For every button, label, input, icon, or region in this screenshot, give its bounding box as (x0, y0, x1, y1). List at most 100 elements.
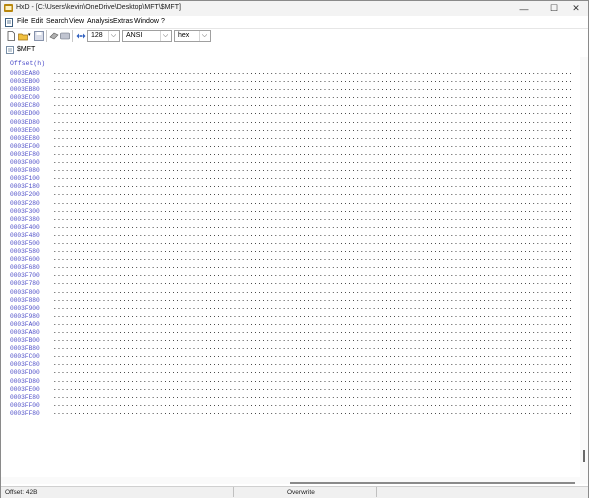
disk-icon[interactable] (60, 31, 70, 41)
row-bytes[interactable]: ........................................… (53, 394, 573, 402)
row-bytes[interactable]: ........................................… (53, 361, 573, 369)
row-bytes[interactable]: ........................................… (53, 94, 573, 102)
offset-column-header: Offset(h) (10, 60, 46, 67)
tab-mft[interactable]: $MFT (17, 46, 35, 53)
menu-view[interactable]: View (69, 18, 84, 25)
row-bytes[interactable]: ........................................… (53, 151, 573, 159)
row-bytes[interactable]: ........................................… (53, 70, 573, 78)
row-bytes[interactable]: ........................................… (53, 232, 573, 240)
row-bytes[interactable]: ........................................… (53, 264, 573, 272)
document-menu-icon[interactable] (5, 18, 13, 27)
row-offset: 0003EB00 (10, 78, 40, 86)
row-bytes[interactable]: ........................................… (53, 127, 573, 135)
row-bytes[interactable]: ........................................… (53, 135, 573, 143)
row-offset: 0003F680 (10, 264, 40, 272)
row-offset: 0003FA80 (10, 329, 40, 336)
row-bytes[interactable]: ........................................… (53, 280, 573, 288)
bytes-per-row-select[interactable]: 128 ⌵ (87, 30, 120, 42)
row-offset: 0003FB80 (10, 345, 40, 353)
toolbar-separator (46, 30, 47, 42)
save-icon[interactable] (34, 31, 44, 41)
row-bytes[interactable]: ........................................… (53, 183, 573, 191)
open-dropdown-icon[interactable]: ▾ (28, 32, 31, 38)
row-bytes[interactable]: ........................................… (53, 305, 573, 313)
row-bytes[interactable]: ........................................… (53, 78, 573, 86)
status-mode[interactable]: Overwrite (287, 489, 315, 496)
menu-help[interactable]: ? (161, 18, 165, 25)
row-bytes[interactable]: ........................................… (53, 86, 573, 94)
row-bytes[interactable]: ........................................… (53, 345, 573, 353)
row-bytes[interactable]: ........................................… (53, 208, 573, 216)
row-bytes[interactable]: ........................................… (53, 272, 573, 280)
row-bytes[interactable]: ........................................… (53, 378, 573, 386)
display-mode-select[interactable]: hex ⌵ (174, 30, 211, 42)
row-bytes[interactable]: ........................................… (53, 216, 573, 224)
vertical-scroll-thumb[interactable] (583, 450, 585, 462)
row-offset: 0003F800 (10, 288, 40, 296)
row-offset: 0003F400 (10, 223, 40, 231)
chevron-down-icon: ⌵ (108, 31, 118, 41)
row-offset: 0003F200 (10, 191, 40, 199)
minimize-button[interactable]: — (511, 1, 537, 16)
row-bytes[interactable]: ........................................… (53, 313, 573, 321)
row-offset: 0003EF00 (10, 142, 40, 150)
menu-file[interactable]: File (17, 18, 28, 25)
row-bytes[interactable]: ........................................… (53, 110, 573, 118)
row-bytes[interactable]: ........................................… (53, 329, 573, 337)
row-bytes[interactable]: ........................................… (53, 410, 573, 418)
row-offset: 0003F580 (10, 248, 40, 256)
row-offset: 0003F780 (10, 280, 40, 288)
eraser-icon[interactable] (49, 31, 59, 41)
menu-search[interactable]: Search (46, 18, 68, 25)
maximize-icon: ☐ (549, 3, 559, 13)
charset-select[interactable]: ANSI ⌵ (122, 30, 172, 42)
menu-edit[interactable]: Edit (31, 18, 43, 25)
row-bytes[interactable]: ........................................… (53, 191, 573, 199)
row-bytes[interactable]: ........................................… (53, 402, 573, 410)
row-bytes[interactable]: ........................................… (53, 248, 573, 256)
menu-analysis[interactable]: Analysis (87, 18, 113, 25)
bytes-per-row-value: 128 (91, 32, 103, 39)
toolbar-separator (72, 30, 73, 42)
row-bytes[interactable]: ........................................… (53, 297, 573, 305)
menu-extras[interactable]: Extras (113, 18, 133, 25)
display-mode-value: hex (178, 32, 190, 39)
row-offset: 0003EE80 (10, 134, 40, 142)
row-bytes[interactable]: ........................................… (53, 159, 573, 167)
row-bytes[interactable]: ........................................… (53, 175, 573, 183)
row-bytes[interactable]: ........................................… (53, 386, 573, 394)
vertical-scrollbar[interactable] (580, 57, 588, 484)
row-bytes[interactable]: ........................................… (53, 143, 573, 151)
row-offset: 0003F100 (10, 175, 40, 183)
row-bytes[interactable]: ........................................… (53, 321, 573, 329)
charset-value: ANSI (126, 32, 143, 39)
row-offset: 0003FF80 (10, 409, 40, 417)
bytes-per-row-icon (76, 33, 86, 39)
row-bytes[interactable]: ........................................… (53, 353, 573, 361)
minimize-icon: — (519, 3, 529, 14)
open-file-icon[interactable] (18, 31, 28, 41)
horizontal-scroll-thumb[interactable] (290, 482, 575, 484)
close-button[interactable]: ✕ (563, 1, 589, 16)
row-offset: 0003EA80 (10, 70, 40, 77)
row-bytes[interactable]: ........................................… (53, 240, 573, 248)
row-offset: 0003F700 (10, 272, 40, 280)
row-offset: 0003FF00 (10, 401, 40, 409)
row-bytes[interactable]: ........................................… (53, 337, 573, 345)
row-offset: 0003FE80 (10, 393, 40, 401)
row-bytes[interactable]: ........................................… (53, 200, 573, 208)
chevron-down-icon: ⌵ (160, 31, 170, 41)
row-bytes[interactable]: ........................................… (53, 256, 573, 264)
row-bytes[interactable]: ........................................… (53, 289, 573, 297)
row-bytes[interactable]: ........................................… (53, 224, 573, 232)
row-offset: 0003ED80 (10, 118, 40, 126)
row-bytes[interactable]: ........................................… (53, 102, 573, 110)
row-offset: 0003F600 (10, 256, 40, 264)
row-bytes[interactable]: ........................................… (53, 167, 573, 175)
new-file-icon[interactable] (6, 31, 16, 41)
row-offset: 0003F300 (10, 207, 40, 215)
row-offset: 0003FA00 (10, 320, 40, 328)
menu-window[interactable]: Window (134, 18, 159, 25)
row-bytes[interactable]: ........................................… (53, 369, 573, 377)
row-bytes[interactable]: ........................................… (53, 119, 573, 127)
